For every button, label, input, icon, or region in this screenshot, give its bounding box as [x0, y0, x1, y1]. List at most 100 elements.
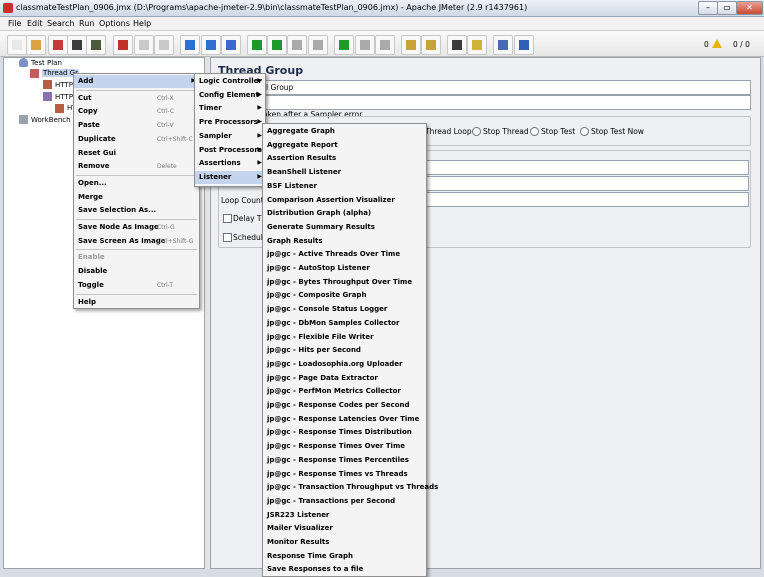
remote-shutdown-button[interactable] — [375, 35, 395, 55]
listener-menu-item[interactable]: Response Time Graph — [263, 550, 426, 563]
start-button[interactable] — [247, 35, 267, 55]
close-button[interactable] — [48, 35, 68, 55]
listener-menu-item[interactable]: Comparison Assertion Visualizer — [263, 194, 426, 207]
clear-button[interactable] — [401, 35, 421, 55]
add-submenu-item[interactable]: Timer ▶ — [195, 102, 265, 115]
maximize-button[interactable]: ▭ — [717, 1, 737, 15]
context-menu-item[interactable]: Save Node As Image Ctrl-G — [74, 221, 199, 234]
listener-menu-item[interactable]: jp@gc - Composite Graph — [263, 289, 426, 302]
cut-button[interactable] — [113, 35, 133, 55]
add-submenu-item[interactable]: Sampler ▶ — [195, 130, 265, 143]
tree-workbench[interactable]: WorkBench — [31, 116, 71, 124]
add-submenu-item[interactable]: Post Processors ▶ — [195, 144, 265, 157]
listener-menu-item[interactable]: jp@gc - PerfMon Metrics Collector — [263, 385, 426, 398]
menu-options[interactable]: Options — [99, 19, 130, 28]
tree-test-plan[interactable]: Test Plan — [31, 59, 62, 67]
context-menu-item[interactable]: Disable — [74, 265, 199, 278]
minimize-button[interactable]: – — [698, 1, 718, 15]
listener-menu-item[interactable]: jp@gc - Loadosophia.org Uploader — [263, 358, 426, 371]
add-submenu-item[interactable]: Config Element ▶ — [195, 89, 265, 102]
listener-menu-item[interactable]: jp@gc - Response Times Percentiles — [263, 454, 426, 467]
add-submenu-item[interactable]: Logic Controller ▶ — [195, 75, 265, 88]
radio-stop-test[interactable] — [530, 127, 539, 136]
context-menu-item[interactable]: Cut Ctrl-X — [74, 92, 199, 105]
menu-file[interactable]: File — [8, 19, 21, 28]
context-menu-item[interactable]: Add▶ — [74, 75, 199, 88]
listener-menu-item[interactable]: jp@gc - DbMon Samples Collector — [263, 317, 426, 330]
save-button[interactable] — [67, 35, 87, 55]
listener-menu-item[interactable]: Generate Summary Results — [263, 221, 426, 234]
comments-field[interactable] — [262, 95, 751, 110]
function-helper-button[interactable] — [493, 35, 513, 55]
menu-help[interactable]: Help — [133, 19, 151, 28]
start-no-pause-button[interactable] — [267, 35, 287, 55]
listener-menu-item[interactable]: jp@gc - AutoStop Listener — [263, 262, 426, 275]
clear-all-button[interactable] — [421, 35, 441, 55]
listener-menu-item[interactable]: Save Responses to a file — [263, 563, 426, 576]
threads-field[interactable] — [425, 160, 749, 175]
help-button[interactable] — [514, 35, 534, 55]
rampup-field[interactable] — [425, 176, 749, 191]
loop-count-field[interactable] — [425, 192, 749, 207]
add-submenu-item[interactable]: Assertions ▶ — [195, 157, 265, 170]
title-bar[interactable]: classmateTestPlan_0906.jmx (D:\Programs\… — [0, 0, 764, 17]
listener-menu-item[interactable]: jp@gc - Response Times vs Threads — [263, 468, 426, 481]
listener-menu-item[interactable]: jp@gc - Response Codes per Second — [263, 399, 426, 412]
listener-menu-item[interactable]: jp@gc - Flexible File Writer — [263, 331, 426, 344]
listener-menu-item[interactable]: jp@gc - Page Data Extractor — [263, 372, 426, 385]
paste-button[interactable] — [154, 35, 174, 55]
add-submenu-item[interactable]: Listener ▶ — [195, 170, 265, 184]
toggle-button[interactable] — [221, 35, 241, 55]
remote-stop-button[interactable] — [355, 35, 375, 55]
remote-start-button[interactable] — [334, 35, 354, 55]
listener-menu-item[interactable]: jp@gc - Response Times Distribution — [263, 426, 426, 439]
listener-menu-item[interactable]: Assertion Results — [263, 152, 426, 165]
listener-menu-item[interactable]: Monitor Results — [263, 536, 426, 549]
collapse-button[interactable] — [201, 35, 221, 55]
listener-menu-item[interactable]: jp@gc - Transaction Throughput vs Thread… — [263, 481, 438, 494]
copy-button[interactable] — [134, 35, 154, 55]
listener-menu-item[interactable]: JSR223 Listener — [263, 509, 426, 522]
shutdown-button[interactable] — [308, 35, 328, 55]
new-button[interactable] — [7, 35, 27, 55]
tree-http-1[interactable]: HTTP — [55, 81, 73, 89]
listener-menu-item[interactable]: BeanShell Listener — [263, 166, 426, 179]
stop-button[interactable] — [287, 35, 307, 55]
listener-menu-item[interactable]: Aggregate Graph — [263, 125, 426, 138]
listener-menu-item[interactable]: Graph Results — [263, 235, 426, 248]
context-menu-item[interactable]: Enable — [74, 251, 199, 264]
context-menu-item[interactable]: Save Screen As Image Ctrl+Shift-G — [74, 235, 199, 248]
expand-button[interactable] — [180, 35, 200, 55]
add-submenu-item[interactable]: Pre Processors ▶ — [195, 116, 265, 129]
listener-menu-item[interactable]: jp@gc - Hits per Second — [263, 344, 426, 357]
listener-menu-item[interactable]: Aggregate Report — [263, 139, 426, 152]
context-menu-item[interactable]: Merge — [74, 191, 199, 204]
listener-menu-item[interactable]: jp@gc - Bytes Throughput Over Time — [263, 276, 426, 289]
context-menu-item[interactable]: Reset Gui — [74, 147, 199, 160]
open-button[interactable] — [26, 35, 46, 55]
radio-stop-thread[interactable] — [472, 127, 481, 136]
listener-menu-item[interactable]: BSF Listener — [263, 180, 426, 193]
listener-menu-item[interactable]: jp@gc - Response Latencies Over Time — [263, 413, 426, 426]
context-menu-item[interactable]: Toggle Ctrl-T — [74, 279, 199, 292]
listener-menu-item[interactable]: jp@gc - Response Times Over Time — [263, 440, 426, 453]
listener-menu-item[interactable]: Distribution Graph (alpha) — [263, 207, 426, 220]
menu-search[interactable]: Search — [47, 19, 74, 28]
radio-stop-test-now[interactable] — [580, 127, 589, 136]
context-menu-item[interactable]: Open... — [74, 177, 199, 190]
listener-menu-item[interactable]: jp@gc - Transactions per Second — [263, 495, 426, 508]
context-menu-item[interactable]: Copy Ctrl-C — [74, 105, 199, 118]
scheduler-checkbox[interactable] — [223, 233, 232, 242]
context-menu-item[interactable]: Paste Ctrl-V — [74, 119, 199, 132]
close-button[interactable]: ✕ — [736, 1, 763, 15]
name-field[interactable]: l Group — [262, 80, 751, 95]
context-menu-item[interactable]: Help — [74, 296, 199, 309]
search-button[interactable] — [447, 35, 467, 55]
menu-edit[interactable]: Edit — [27, 19, 43, 28]
delay-thread-checkbox[interactable] — [223, 214, 232, 223]
listener-menu-item[interactable]: jp@gc - Console Status Logger — [263, 303, 426, 316]
save-as-button[interactable] — [86, 35, 106, 55]
context-menu-item[interactable]: Save Selection As... — [74, 204, 199, 217]
context-menu-item[interactable]: Duplicate Ctrl+Shift-C — [74, 133, 199, 146]
listener-menu-item[interactable]: Mailer Visualizer — [263, 522, 426, 535]
